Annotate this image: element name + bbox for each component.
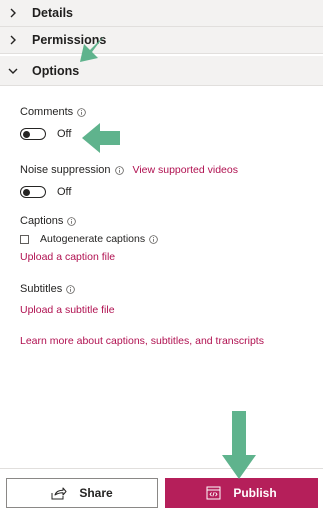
captions-row: Captions bbox=[20, 215, 77, 227]
info-icon bbox=[149, 234, 158, 244]
annotation-arrow-icon bbox=[80, 30, 110, 62]
info-icon bbox=[114, 165, 124, 175]
publish-button-label: Publish bbox=[233, 486, 277, 500]
autogenerate-captions-row: Autogenerate captions bbox=[20, 233, 158, 245]
comments-toggle[interactable] bbox=[20, 128, 46, 140]
upload-subtitle-file-link[interactable]: Upload a subtitle file bbox=[20, 304, 115, 316]
comments-toggle-row: Off bbox=[20, 128, 71, 140]
share-button-label: Share bbox=[79, 486, 113, 500]
noise-toggle-state: Off bbox=[57, 186, 72, 198]
footer-divider bbox=[0, 468, 323, 469]
upload-caption-row: Upload a caption file bbox=[20, 251, 115, 263]
captions-label: Captions bbox=[20, 215, 64, 227]
subtitles-row: Subtitles bbox=[20, 283, 75, 295]
upload-subtitle-row: Upload a subtitle file bbox=[20, 304, 115, 316]
noise-suppression-toggle[interactable] bbox=[20, 186, 46, 198]
section-details-label: Details bbox=[32, 6, 73, 20]
comments-row: Comments bbox=[20, 106, 86, 118]
info-icon bbox=[77, 107, 86, 117]
chevron-right-icon bbox=[8, 8, 18, 18]
section-options[interactable]: Options bbox=[0, 56, 323, 86]
info-icon bbox=[67, 216, 77, 226]
chevron-right-icon bbox=[8, 35, 18, 45]
chevron-down-icon bbox=[8, 66, 18, 76]
comments-label: Comments bbox=[20, 106, 74, 118]
noise-suppression-row: Noise suppression View supported videos bbox=[20, 164, 238, 176]
section-details[interactable]: Details bbox=[0, 0, 323, 27]
noise-toggle-row: Off bbox=[20, 186, 71, 198]
noise-suppression-label: Noise suppression bbox=[20, 164, 111, 176]
upload-caption-file-link[interactable]: Upload a caption file bbox=[20, 251, 115, 263]
subtitles-label: Subtitles bbox=[20, 283, 63, 295]
annotation-arrow-icon bbox=[82, 123, 120, 153]
autogenerate-captions-label: Autogenerate captions bbox=[40, 233, 146, 245]
view-supported-videos-link[interactable]: View supported videos bbox=[133, 164, 238, 176]
section-permissions[interactable]: Permissions bbox=[0, 27, 323, 54]
share-icon bbox=[51, 487, 67, 499]
section-options-label: Options bbox=[32, 63, 80, 78]
learn-more-link[interactable]: Learn more about captions, subtitles, an… bbox=[20, 335, 264, 347]
share-button[interactable]: Share bbox=[6, 478, 158, 508]
publish-button[interactable]: Publish bbox=[165, 478, 318, 508]
autogenerate-captions-checkbox[interactable] bbox=[20, 234, 29, 244]
learn-more-row: Learn more about captions, subtitles, an… bbox=[20, 335, 264, 347]
info-icon bbox=[66, 284, 75, 294]
annotation-arrow-icon bbox=[222, 411, 256, 479]
comments-toggle-state: Off bbox=[57, 128, 72, 140]
publish-icon bbox=[206, 486, 221, 500]
